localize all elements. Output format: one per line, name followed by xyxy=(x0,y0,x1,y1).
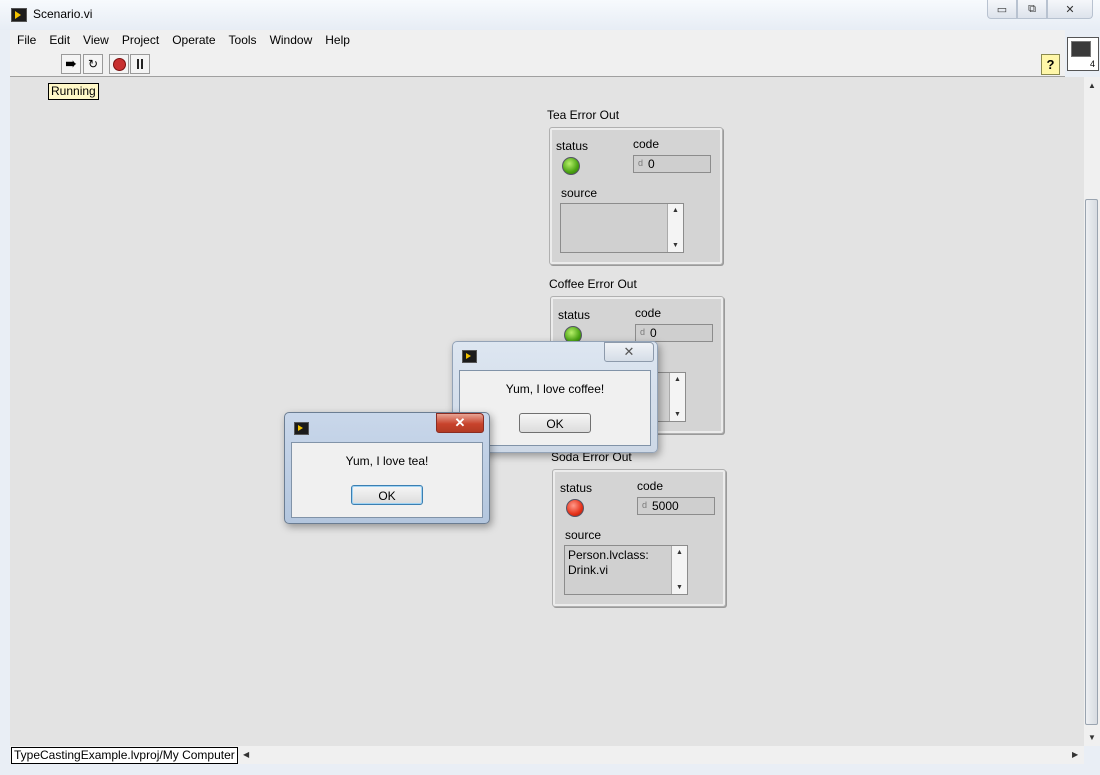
source-indicator: Person.lvclass: Drink.vi ▲ ▼ xyxy=(564,545,688,595)
help-question-icon: ? xyxy=(1046,57,1055,72)
code-value: 5000 xyxy=(652,499,679,513)
window-controls: ▭ ⧉ ✕ xyxy=(987,0,1093,19)
run-button[interactable]: ➠ xyxy=(61,54,81,74)
scroll-down-icon: ▼ xyxy=(676,584,683,591)
menu-edit[interactable]: Edit xyxy=(42,33,76,47)
close-icon: ✕ xyxy=(454,415,466,430)
labview-vi-icon xyxy=(294,422,309,435)
scroll-up-icon[interactable]: ▲ xyxy=(1088,81,1096,90)
scrollbar-thumb[interactable] xyxy=(1085,199,1098,725)
minimize-icon: ▭ xyxy=(996,3,1008,16)
source-scrollbar[interactable]: ▲ ▼ xyxy=(671,546,687,594)
code-value: 0 xyxy=(648,157,655,171)
status-label: status xyxy=(558,308,591,322)
code-label: code xyxy=(637,479,664,493)
run-continuously-icon: ↻ xyxy=(87,57,99,71)
scroll-right-icon[interactable]: ▶ xyxy=(1072,750,1078,759)
code-label: code xyxy=(635,306,662,320)
soda-error-out-cluster: status code d 5000 source Person.lvclass… xyxy=(552,469,726,607)
menu-window[interactable]: Window xyxy=(263,33,319,47)
source-scrollbar[interactable]: ▲ ▼ xyxy=(669,373,685,421)
menu-operate[interactable]: Operate xyxy=(165,33,221,47)
labview-vi-icon xyxy=(11,8,27,22)
restore-button[interactable]: ⧉ xyxy=(1017,0,1047,19)
toolbar: ➠ ↻ ? xyxy=(10,50,1065,77)
radix-indicator: d xyxy=(640,327,646,337)
menu-bar: File Edit View Project Operate Tools Win… xyxy=(10,30,1065,50)
context-help-button[interactable]: ? xyxy=(1041,54,1060,75)
coffee-error-out-label: Coffee Error Out xyxy=(549,277,637,291)
scroll-up-icon: ▲ xyxy=(672,207,679,214)
close-button[interactable]: ✕ xyxy=(1047,0,1093,19)
pause-button[interactable] xyxy=(130,54,150,74)
scroll-down-icon: ▼ xyxy=(674,411,681,418)
status-label: status xyxy=(560,481,593,495)
scroll-down-icon: ▼ xyxy=(672,242,679,249)
radix-indicator: d xyxy=(642,500,648,510)
connector-pane-number: 4 xyxy=(1089,59,1095,69)
menu-project[interactable]: Project xyxy=(115,33,165,47)
scroll-down-icon[interactable]: ▼ xyxy=(1088,733,1096,742)
status-bar: TypeCastingExample.lvproj/My Computer ◀ … xyxy=(10,746,1084,764)
dialog-close-button[interactable]: ✕ xyxy=(436,413,484,433)
run-arrow-icon: ➠ xyxy=(65,56,77,71)
pause-icon xyxy=(137,59,143,69)
dialog-message: Yum, I love coffee! xyxy=(505,382,605,396)
close-icon: ✕ xyxy=(1065,3,1075,16)
code-indicator: d 0 xyxy=(633,155,711,173)
code-indicator: d 0 xyxy=(635,324,713,342)
vi-icon-thumbnail xyxy=(1071,41,1091,57)
labview-vi-icon xyxy=(462,350,477,363)
status-led-icon xyxy=(562,157,580,175)
title-bar: Scenario.vi ▭ ⧉ ✕ xyxy=(0,0,1100,30)
source-label: source xyxy=(565,528,602,542)
menu-file[interactable]: File xyxy=(10,33,42,47)
menu-tools[interactable]: Tools xyxy=(222,33,263,47)
menu-view[interactable]: View xyxy=(76,33,115,47)
tea-error-out-label: Tea Error Out xyxy=(547,108,620,122)
connector-pane-icon[interactable]: 4 xyxy=(1067,37,1099,71)
code-value: 0 xyxy=(650,326,657,340)
abort-execution-button[interactable] xyxy=(109,54,129,74)
window-title: Scenario.vi xyxy=(33,7,93,21)
dialog-body: Yum, I love tea! OK xyxy=(291,442,483,518)
scroll-up-icon: ▲ xyxy=(674,376,681,383)
project-path-label: TypeCastingExample.lvproj/My Computer xyxy=(11,747,238,764)
abort-icon xyxy=(112,57,126,71)
dialog-message: Yum, I love tea! xyxy=(345,454,429,468)
close-icon: ✕ xyxy=(623,344,635,359)
status-label: status xyxy=(556,139,589,153)
run-continuously-button[interactable]: ↻ xyxy=(83,54,103,74)
vertical-scrollbar[interactable]: ▲ ▼ xyxy=(1084,77,1100,746)
minimize-button[interactable]: ▭ xyxy=(987,0,1017,19)
restore-icon: ⧉ xyxy=(1028,2,1036,15)
scroll-left-icon[interactable]: ◀ xyxy=(243,750,249,759)
code-indicator: d 5000 xyxy=(637,497,715,515)
tea-error-out-cluster: status code d 0 source ▲ ▼ xyxy=(549,127,723,265)
source-label: source xyxy=(561,186,598,200)
source-indicator: ▲ ▼ xyxy=(560,203,684,253)
ok-button[interactable]: OK xyxy=(519,413,591,433)
source-scrollbar[interactable]: ▲ ▼ xyxy=(667,204,683,252)
radix-indicator: d xyxy=(638,158,644,168)
scroll-up-icon: ▲ xyxy=(676,549,683,556)
running-status-label: Running xyxy=(48,83,99,100)
dialog-close-button[interactable]: ✕ xyxy=(604,342,654,362)
status-led-icon xyxy=(566,499,584,517)
code-label: code xyxy=(633,137,660,151)
source-value: Person.lvclass: Drink.vi xyxy=(568,548,649,577)
menu-help[interactable]: Help xyxy=(318,33,356,47)
ok-button[interactable]: OK xyxy=(351,485,423,505)
tea-message-dialog: ✕ Yum, I love tea! OK xyxy=(284,412,490,524)
labview-front-panel-window: Scenario.vi ▭ ⧉ ✕ File Edit View Project… xyxy=(0,0,1100,775)
